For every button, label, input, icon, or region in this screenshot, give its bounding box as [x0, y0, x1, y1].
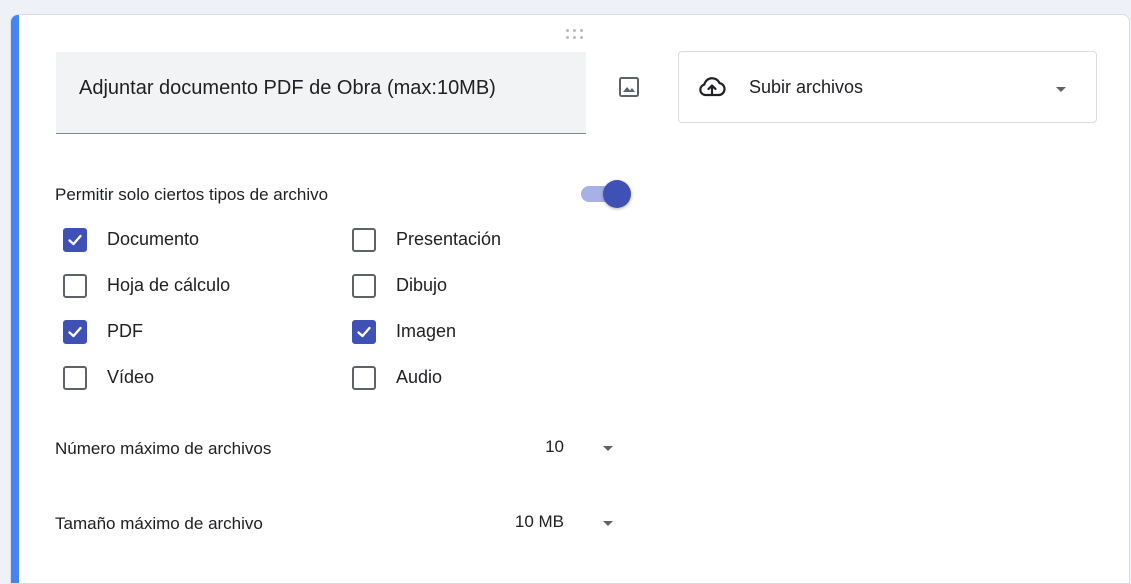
checkmark-icon [357, 326, 371, 338]
checkbox-checked[interactable] [63, 320, 87, 344]
checkbox-checked[interactable] [352, 320, 376, 344]
max-files-value: 10 [545, 437, 564, 456]
checkbox-unchecked[interactable] [63, 274, 87, 298]
max-files-dropdown[interactable]: 10 [481, 435, 616, 463]
image-icon[interactable] [618, 76, 640, 98]
file-type-label: Vídeo [107, 367, 155, 387]
max-size-dropdown[interactable]: 10 MB [451, 510, 616, 538]
chevron-down-icon [603, 521, 613, 526]
allow-file-types-toggle[interactable] [581, 180, 635, 210]
checkbox-unchecked[interactable] [352, 366, 376, 390]
file-type-label: Audio [396, 367, 443, 387]
checkbox-unchecked[interactable] [352, 274, 376, 298]
checkbox-checked[interactable] [63, 228, 87, 252]
file-type-label: Imagen [396, 321, 457, 341]
question-title-text: Adjuntar documento PDF de Obra (max:10MB… [79, 77, 496, 99]
question-type-label: Subir archivos [749, 77, 864, 97]
checkbox-unchecked[interactable] [63, 366, 87, 390]
drag-handle-icon[interactable] [566, 29, 590, 43]
checkbox-unchecked[interactable] [352, 228, 376, 252]
checkmark-icon [68, 234, 82, 246]
max-files-label: Número máximo de archivos [55, 439, 272, 458]
file-type-label: Hoja de cálculo [107, 275, 231, 295]
active-card-accent-bar [11, 15, 19, 583]
max-size-value: 10 MB [514, 512, 564, 531]
file-type-label: PDF [107, 321, 143, 341]
allow-file-types-label: Permitir solo ciertos tipos de archivo [55, 185, 329, 204]
question-type-select[interactable]: Subir archivos [678, 51, 1097, 123]
question-card[interactable]: Adjuntar documento PDF de Obra (max:10MB… [10, 14, 1130, 584]
file-type-label: Documento [107, 229, 200, 249]
toggle-thumb [603, 180, 631, 208]
checkmark-icon [68, 326, 82, 338]
file-type-label: Dibujo [396, 275, 448, 295]
question-title-field[interactable]: Adjuntar documento PDF de Obra (max:10MB… [56, 52, 586, 134]
chevron-down-icon [1056, 87, 1066, 92]
file-type-label: Presentación [396, 229, 502, 249]
max-size-label: Tamaño máximo de archivo [55, 514, 263, 533]
chevron-down-icon [603, 446, 613, 451]
cloud-upload-icon [697, 75, 727, 99]
